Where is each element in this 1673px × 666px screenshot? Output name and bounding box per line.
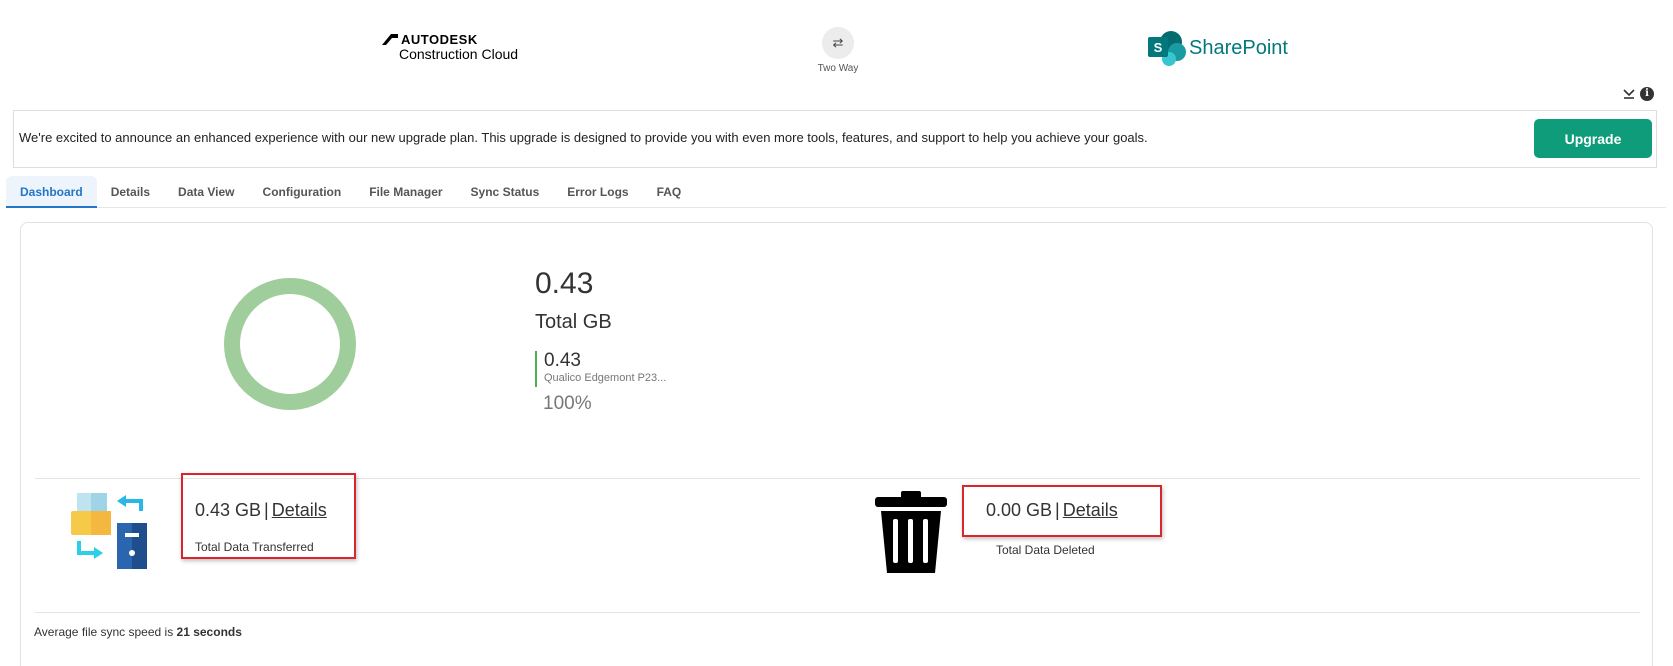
tab-data-view[interactable]: Data View xyxy=(164,176,248,208)
donut-chart xyxy=(224,278,356,410)
tab-sync-status[interactable]: Sync Status xyxy=(457,176,554,208)
total-value: 0.43 xyxy=(535,267,594,300)
sharepoint-letter: S xyxy=(1154,40,1163,55)
autodesk-mark-icon xyxy=(382,34,398,45)
two-way-arrows-icon[interactable]: ⇄ xyxy=(822,27,854,59)
sync-mode-label: Two Way xyxy=(817,63,859,74)
announcement-banner: We're excited to announce an enhanced ex… xyxy=(13,110,1657,168)
donut-slice xyxy=(224,278,356,410)
tab-faq[interactable]: FAQ xyxy=(643,176,696,208)
transferred-value: 0.43 GB xyxy=(195,500,262,520)
sharepoint-logo: S SharePoint xyxy=(1147,28,1288,68)
file-transfer-icon xyxy=(71,493,147,569)
avg-speed-value: 21 seconds xyxy=(176,625,242,639)
tab-error-logs[interactable]: Error Logs xyxy=(553,176,642,208)
avg-speed-prefix: Average file sync speed is xyxy=(34,625,177,639)
avg-sync-speed: Average file sync speed is 21 seconds xyxy=(34,625,242,639)
tab-details[interactable]: Details xyxy=(97,176,164,208)
announcement-text: We're excited to announce an enhanced ex… xyxy=(19,130,1148,145)
transferred-details-link[interactable]: Details xyxy=(272,500,327,520)
legend-name: Qualico Edgemont P23... xyxy=(544,372,667,384)
separator: | xyxy=(1055,500,1060,520)
divider xyxy=(35,612,1640,613)
transferred-label: Total Data Transferred xyxy=(195,540,314,554)
app-header: AUTODESK Construction Cloud ⇄ Two Way S … xyxy=(0,0,1673,101)
tab-bar: Dashboard Details Data View Configuratio… xyxy=(6,176,1666,208)
autodesk-logo: AUTODESK Construction Cloud xyxy=(382,33,518,61)
sync-mode: ⇄ Two Way xyxy=(808,27,868,74)
trash-icon xyxy=(875,491,947,573)
deleted-label: Total Data Deleted xyxy=(996,543,1095,557)
sharepoint-icon: S xyxy=(1148,31,1186,66)
legend-item: 0.43 Qualico Edgemont P23... xyxy=(535,351,666,387)
tab-configuration[interactable]: Configuration xyxy=(249,176,356,208)
autodesk-product: Construction Cloud xyxy=(399,46,519,62)
deleted-stat-box: 0.00 GB | Details xyxy=(962,485,1162,537)
transferred-line: 0.43 GB | Details xyxy=(195,500,327,521)
transferred-stat-box: 0.43 GB | Details Total Data Transferred xyxy=(181,473,356,559)
download-icon[interactable] xyxy=(1622,86,1636,102)
total-label: Total GB xyxy=(535,311,612,333)
deleted-line: 0.00 GB | Details xyxy=(986,500,1118,521)
tab-dashboard[interactable]: Dashboard xyxy=(6,176,97,208)
separator: | xyxy=(264,500,269,520)
info-icon[interactable]: i xyxy=(1640,87,1654,101)
deleted-details-link[interactable]: Details xyxy=(1063,500,1118,520)
dashboard-card: 0.43 Total GB 0.43 Qualico Edgemont P23.… xyxy=(20,222,1653,666)
legend-value: 0.43 xyxy=(544,350,581,371)
legend-percent: 100% xyxy=(543,393,592,414)
autodesk-brand: AUTODESK xyxy=(401,32,478,47)
utility-icons: i xyxy=(1622,86,1654,102)
sharepoint-product: SharePoint xyxy=(1189,36,1288,59)
tab-file-manager[interactable]: File Manager xyxy=(355,176,456,208)
upgrade-button[interactable]: Upgrade xyxy=(1534,119,1652,158)
deleted-value: 0.00 GB xyxy=(986,500,1053,520)
